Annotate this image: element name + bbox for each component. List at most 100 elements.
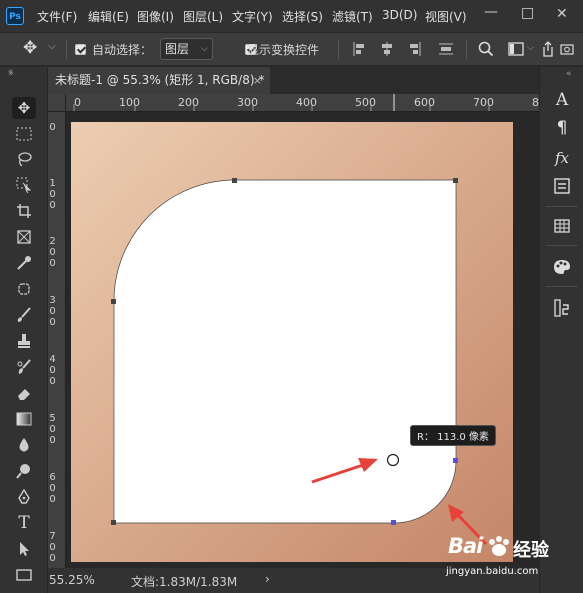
ruler-label: 100 (119, 96, 140, 109)
ruler-label: 600 (414, 96, 435, 109)
menu-3d[interactable]: 3D(D) (382, 8, 417, 22)
menu-edit[interactable]: 编辑(E) (88, 8, 129, 25)
close-tab-icon[interactable]: × (253, 67, 262, 94)
paragraph-panel-icon[interactable]: ¶ (550, 117, 574, 139)
path-selection-tool-icon[interactable] (12, 538, 36, 560)
share-icon[interactable] (541, 40, 555, 58)
swatches-palette-icon[interactable] (550, 256, 574, 278)
object-selection-tool-icon[interactable] (12, 174, 36, 196)
photoshop-logo[interactable]: Ps (6, 7, 24, 25)
ruler-label: 8 (532, 96, 539, 109)
move-tool-icon[interactable]: ✥ (12, 97, 36, 119)
baidu-jingyan-text: 经验 (513, 540, 549, 561)
glyphs-panel-icon[interactable] (550, 175, 574, 197)
show-transform-label: 显示变换控件 (247, 43, 320, 57)
live-corner-widget[interactable] (386, 453, 400, 467)
blur-tool-icon[interactable] (12, 434, 36, 456)
canvas-workspace[interactable]: R： 113.0 像素 (66, 112, 539, 568)
menu-type[interactable]: 文字(Y) (232, 8, 273, 25)
document-info: 文档:1.83M/1.83M (131, 575, 238, 589)
status-menu-arrow-icon[interactable]: › (265, 572, 270, 586)
move-tool-icon[interactable]: ✥ (23, 38, 37, 58)
menu-view[interactable]: 视图(V) (425, 8, 467, 25)
expand-panels-icon[interactable]: « (566, 69, 572, 79)
ruler-label: 200 (49, 236, 56, 269)
rounded-rectangle-shape[interactable] (113, 179, 457, 524)
anchor-point[interactable] (232, 178, 237, 183)
horizontal-ruler[interactable]: 0 100 200 300 400 500 600 700 8 (48, 94, 539, 112)
menu-filter[interactable]: 滤镜(T) (332, 8, 373, 25)
document-tab[interactable]: 未标题-1 @ 55.3% (矩形 1, RGB/8) * × (48, 67, 270, 94)
restore-button[interactable]: □ (521, 5, 534, 21)
menu-select[interactable]: 选择(S) (282, 8, 323, 25)
anchor-point[interactable] (111, 299, 116, 304)
menu-layer[interactable]: 图层(L) (183, 8, 223, 25)
divider (338, 40, 339, 60)
ruler-label: 300 (49, 295, 56, 328)
menu-bar: Ps 文件(F) 编辑(E) 图像(I) 图层(L) 文字(Y) 选择(S) 滤… (0, 0, 583, 32)
camera-icon[interactable] (560, 42, 574, 56)
auto-select-label: 自动选择： (92, 43, 153, 57)
tools-panel: » ✥ T (0, 67, 48, 593)
brush-tool-icon[interactable] (12, 304, 36, 326)
baidu-brand-text: Bai (448, 534, 483, 558)
zoom-level[interactable]: 55.25% (49, 573, 95, 587)
ruler-label: 600 (49, 472, 56, 505)
watermark-url: jingyan.baidu.com (446, 566, 539, 577)
clone-stamp-tool-icon[interactable] (12, 330, 36, 352)
divider (546, 206, 578, 207)
align-left-icon[interactable] (352, 41, 366, 57)
menu-file[interactable]: 文件(F) (37, 8, 77, 25)
frame-tool-icon[interactable] (12, 226, 36, 248)
crop-tool-icon[interactable] (12, 200, 36, 222)
ruler-label: 0 (49, 122, 56, 133)
marquee-tool-icon[interactable] (12, 123, 36, 145)
divider (66, 40, 67, 60)
menu-image[interactable]: 图像(I) (137, 8, 174, 25)
tool-preset-chevron-icon[interactable]: ⌵ (48, 41, 56, 52)
gradient-tool-icon[interactable] (12, 408, 36, 430)
selected-anchor-point[interactable] (453, 458, 458, 463)
table-panel-icon[interactable] (550, 215, 574, 237)
eraser-tool-icon[interactable] (12, 382, 36, 404)
distribute-icon[interactable] (438, 41, 454, 57)
anchor-point[interactable] (453, 178, 458, 183)
history-brush-tool-icon[interactable] (12, 356, 36, 378)
align-center-icon[interactable] (380, 41, 394, 57)
ruler-label: 700 (473, 96, 494, 109)
dodge-tool-icon[interactable] (12, 460, 36, 482)
workspace-icon[interactable] (508, 42, 524, 56)
anchor-point[interactable] (111, 520, 116, 525)
auto-select-checkbox[interactable] (75, 44, 86, 55)
ruler-label: 0 (74, 96, 81, 109)
type-tool-icon[interactable]: T (12, 512, 36, 534)
ruler-origin[interactable] (48, 94, 66, 112)
auto-select-dropdown[interactable]: 图层 ⌵ (160, 38, 213, 60)
auto-select-value: 图层 (165, 42, 190, 56)
divider (546, 286, 578, 287)
collapse-icon[interactable]: « (8, 67, 14, 77)
workspace-chevron-icon[interactable]: ⌵ (527, 43, 534, 53)
healing-brush-tool-icon[interactable] (12, 278, 36, 300)
lasso-tool-icon[interactable] (12, 148, 36, 170)
minimize-button[interactable]: — (484, 4, 498, 20)
document-tab-bar: « 未标题-1 @ 55.3% (矩形 1, RGB/8) * × (8, 67, 539, 94)
pen-tool-icon[interactable] (12, 486, 36, 508)
selected-anchor-point[interactable] (391, 520, 396, 525)
ruler-label: 400 (49, 354, 56, 387)
baidu-watermark: Bai 经验 jingyan.baidu.com (446, 528, 556, 588)
document-canvas[interactable] (66, 112, 539, 568)
rectangle-tool-icon[interactable] (12, 564, 36, 586)
eyedropper-tool-icon[interactable] (12, 252, 36, 274)
character-panel-icon[interactable]: A (550, 89, 574, 111)
close-button[interactable]: ✕ (556, 6, 568, 22)
panels-dock: « A ¶ fx (539, 67, 583, 593)
ruler-label: 200 (178, 96, 199, 109)
document-tab-title: 未标题-1 @ 55.3% (矩形 1, RGB/8) * (55, 73, 265, 87)
ruler-label: 500 (355, 96, 376, 109)
styles-fx-icon[interactable]: fx (550, 147, 574, 169)
align-right-icon[interactable] (408, 41, 422, 57)
vertical-ruler[interactable]: 0 100 200 300 400 500 600 700 (48, 112, 66, 568)
history-panel-icon[interactable] (550, 297, 574, 319)
search-icon[interactable] (478, 41, 494, 57)
